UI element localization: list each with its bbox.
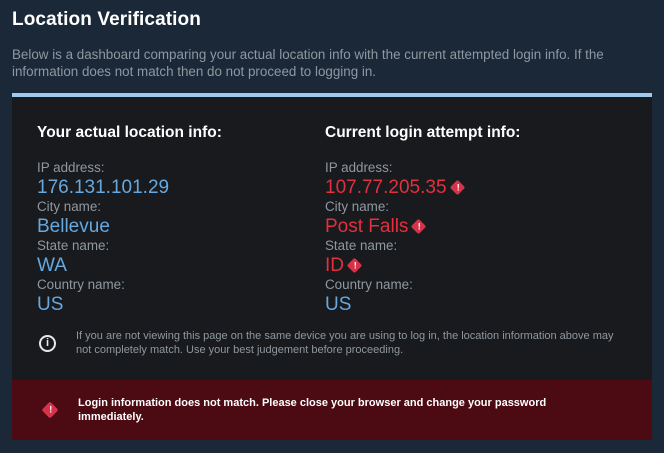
comparison-panel: Your actual location info: IP address: 1…	[12, 93, 652, 440]
page-description: Below is a dashboard comparing your actu…	[12, 47, 604, 79]
mismatch-alert-text: Login information does not match. Please…	[78, 397, 547, 423]
attempt-ip-label: IP address:	[325, 160, 393, 175]
actual-ip-label: IP address:	[37, 160, 105, 175]
attempt-state-label: State name:	[325, 238, 398, 253]
actual-ip-value: 176.131.101.29	[37, 177, 170, 198]
actual-state-label: State name:	[37, 238, 110, 253]
info-icon: i	[39, 335, 56, 352]
mismatch-alert-banner: Login information does not match. Please…	[12, 380, 652, 440]
mismatch-warning-icon	[346, 257, 363, 274]
mismatch-warning-icon	[411, 218, 427, 235]
actual-country-label: Country name:	[37, 277, 125, 292]
actual-state-value: WA	[37, 255, 67, 276]
warning-icon	[41, 401, 59, 419]
attempt-location-heading: Current login attempt info:	[325, 124, 521, 141]
actual-country-value: US	[37, 294, 64, 315]
actual-location-column: Your actual location info: IP address: 1…	[37, 124, 222, 316]
attempt-state-value: ID	[325, 254, 520, 277]
attempt-country-value: US	[325, 294, 352, 315]
page-title: Location Verification	[12, 9, 201, 30]
location-verification-page: Location Verification Below is a dashboa…	[0, 0, 664, 453]
attempt-ip-value: 107.77.205.35	[325, 176, 520, 199]
attempt-city-value: Post Falls	[325, 215, 520, 238]
attempt-country-label: Country name:	[325, 277, 413, 292]
mismatch-warning-icon	[449, 179, 465, 196]
actual-city-label: City name:	[37, 199, 101, 214]
info-note: i If you are not viewing this page on th…	[39, 329, 639, 357]
attempt-city-label: City name:	[325, 199, 389, 214]
actual-city-value: Bellevue	[37, 216, 110, 237]
actual-location-heading: Your actual location info:	[37, 124, 222, 141]
attempt-location-column: Current login attempt info: IP address: …	[325, 124, 520, 316]
info-note-text: If you are not viewing this page on the …	[76, 330, 614, 356]
